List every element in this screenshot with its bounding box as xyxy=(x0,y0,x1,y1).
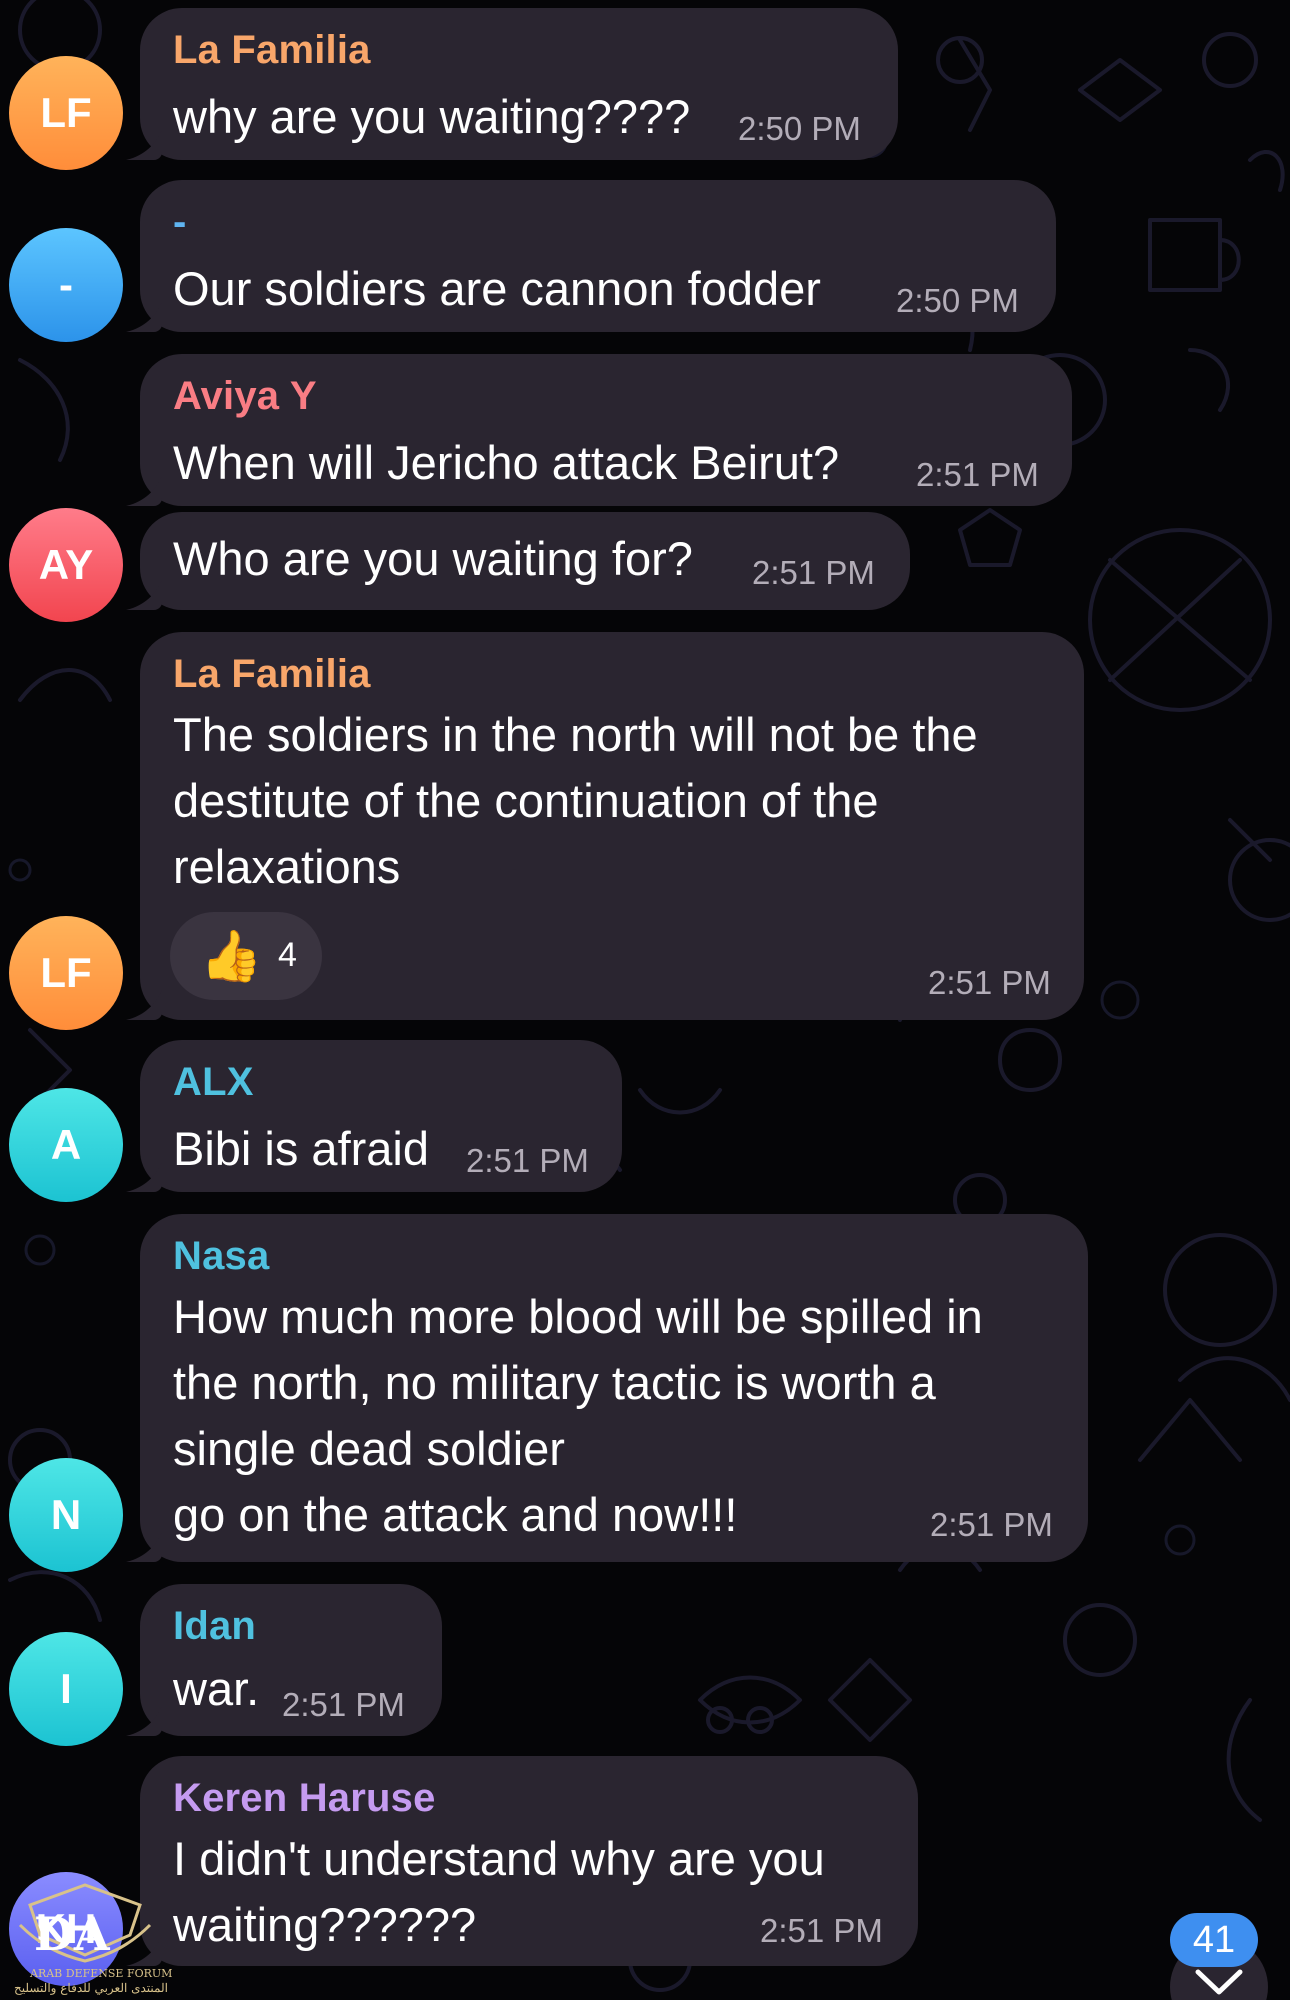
message-bubble[interactable]: La Familia The soldiers in the north wil… xyxy=(140,632,1084,1020)
sender-name[interactable]: - xyxy=(173,200,187,245)
message-bubble[interactable]: Who are you waiting for? 2:51 PM xyxy=(140,512,910,610)
sender-name[interactable]: La Familia xyxy=(173,652,371,697)
message-bubble[interactable]: Keren Haruse I didn't understand why are… xyxy=(140,1756,918,1966)
chat-screen: La Familia why are you waiting???? 2:50 … xyxy=(0,0,1290,2000)
sender-name[interactable]: Nasa xyxy=(173,1234,269,1279)
watermark-letters: DA xyxy=(34,1907,110,1961)
watermark-title: ARAB DEFENSE FORUM xyxy=(30,1967,173,1980)
message-bubble[interactable]: ALX Bibi is afraid 2:51 PM xyxy=(140,1040,622,1192)
thumbs-up-icon: 👍 xyxy=(200,928,263,984)
message-text: I didn't understand why are you waiting?… xyxy=(173,1832,825,1951)
message-time: 2:51 PM xyxy=(916,456,1039,493)
avatar[interactable]: I xyxy=(9,1632,123,1746)
message-bubble[interactable]: - Our soldiers are cannon fodder 2:50 PM xyxy=(140,180,1056,332)
chevron-down-icon xyxy=(1195,1969,1243,1995)
message-bubble[interactable]: Idan war. 2:51 PM xyxy=(140,1584,442,1736)
sender-name[interactable]: La Familia xyxy=(173,28,371,73)
watermark-logo: DA ARAB DEFENSE FORUM المنتدى العربي للد… xyxy=(10,1875,172,2000)
message-time: 2:51 PM xyxy=(282,1686,405,1723)
sender-name[interactable]: Idan xyxy=(173,1604,256,1649)
sender-name[interactable]: Aviya Y xyxy=(173,374,317,419)
message-text: When will Jericho attack Beirut? xyxy=(173,436,840,489)
message-time: 2:51 PM xyxy=(752,554,875,591)
message-text: why are you waiting???? xyxy=(173,90,691,143)
message-text: war. xyxy=(173,1662,260,1715)
message-time: 2:51 PM xyxy=(928,964,1051,1001)
message-text: Bibi is afraid xyxy=(173,1122,429,1175)
sender-name[interactable]: ALX xyxy=(173,1060,254,1105)
avatar[interactable]: AY xyxy=(9,508,123,622)
avatar[interactable]: N xyxy=(9,1458,123,1572)
message-time: 2:51 PM xyxy=(466,1142,589,1179)
message-text: The soldiers in the north will not be th… xyxy=(173,708,978,893)
sender-name[interactable]: Keren Haruse xyxy=(173,1776,436,1821)
avatar[interactable]: - xyxy=(9,228,123,342)
message-time: 2:50 PM xyxy=(738,110,861,147)
message-bubble[interactable]: Nasa How much more blood will be spilled… xyxy=(140,1214,1088,1562)
reaction-count: 4 xyxy=(278,936,297,974)
avatar[interactable]: A xyxy=(9,1088,123,1202)
message-text: Who are you waiting for? xyxy=(173,532,693,585)
message-bubble[interactable]: Aviya Y When will Jericho attack Beirut?… xyxy=(140,354,1072,506)
message-bubble[interactable]: La Familia why are you waiting???? 2:50 … xyxy=(140,8,898,160)
reaction-chip[interactable]: 👍 4 xyxy=(170,912,322,1000)
unread-count-badge[interactable]: 41 xyxy=(1170,1913,1258,1967)
watermark-subtitle: المنتدى العربي للدفاع والتسليح xyxy=(14,1981,168,1995)
avatar[interactable]: LF xyxy=(9,56,123,170)
avatar[interactable]: LF xyxy=(9,916,123,1030)
message-time: 2:51 PM xyxy=(930,1506,1053,1543)
message-time: 2:50 PM xyxy=(896,282,1019,319)
message-text: How much more blood will be spilled in t… xyxy=(173,1290,983,1541)
message-time: 2:51 PM xyxy=(760,1912,883,1949)
message-text: Our soldiers are cannon fodder xyxy=(173,262,821,315)
